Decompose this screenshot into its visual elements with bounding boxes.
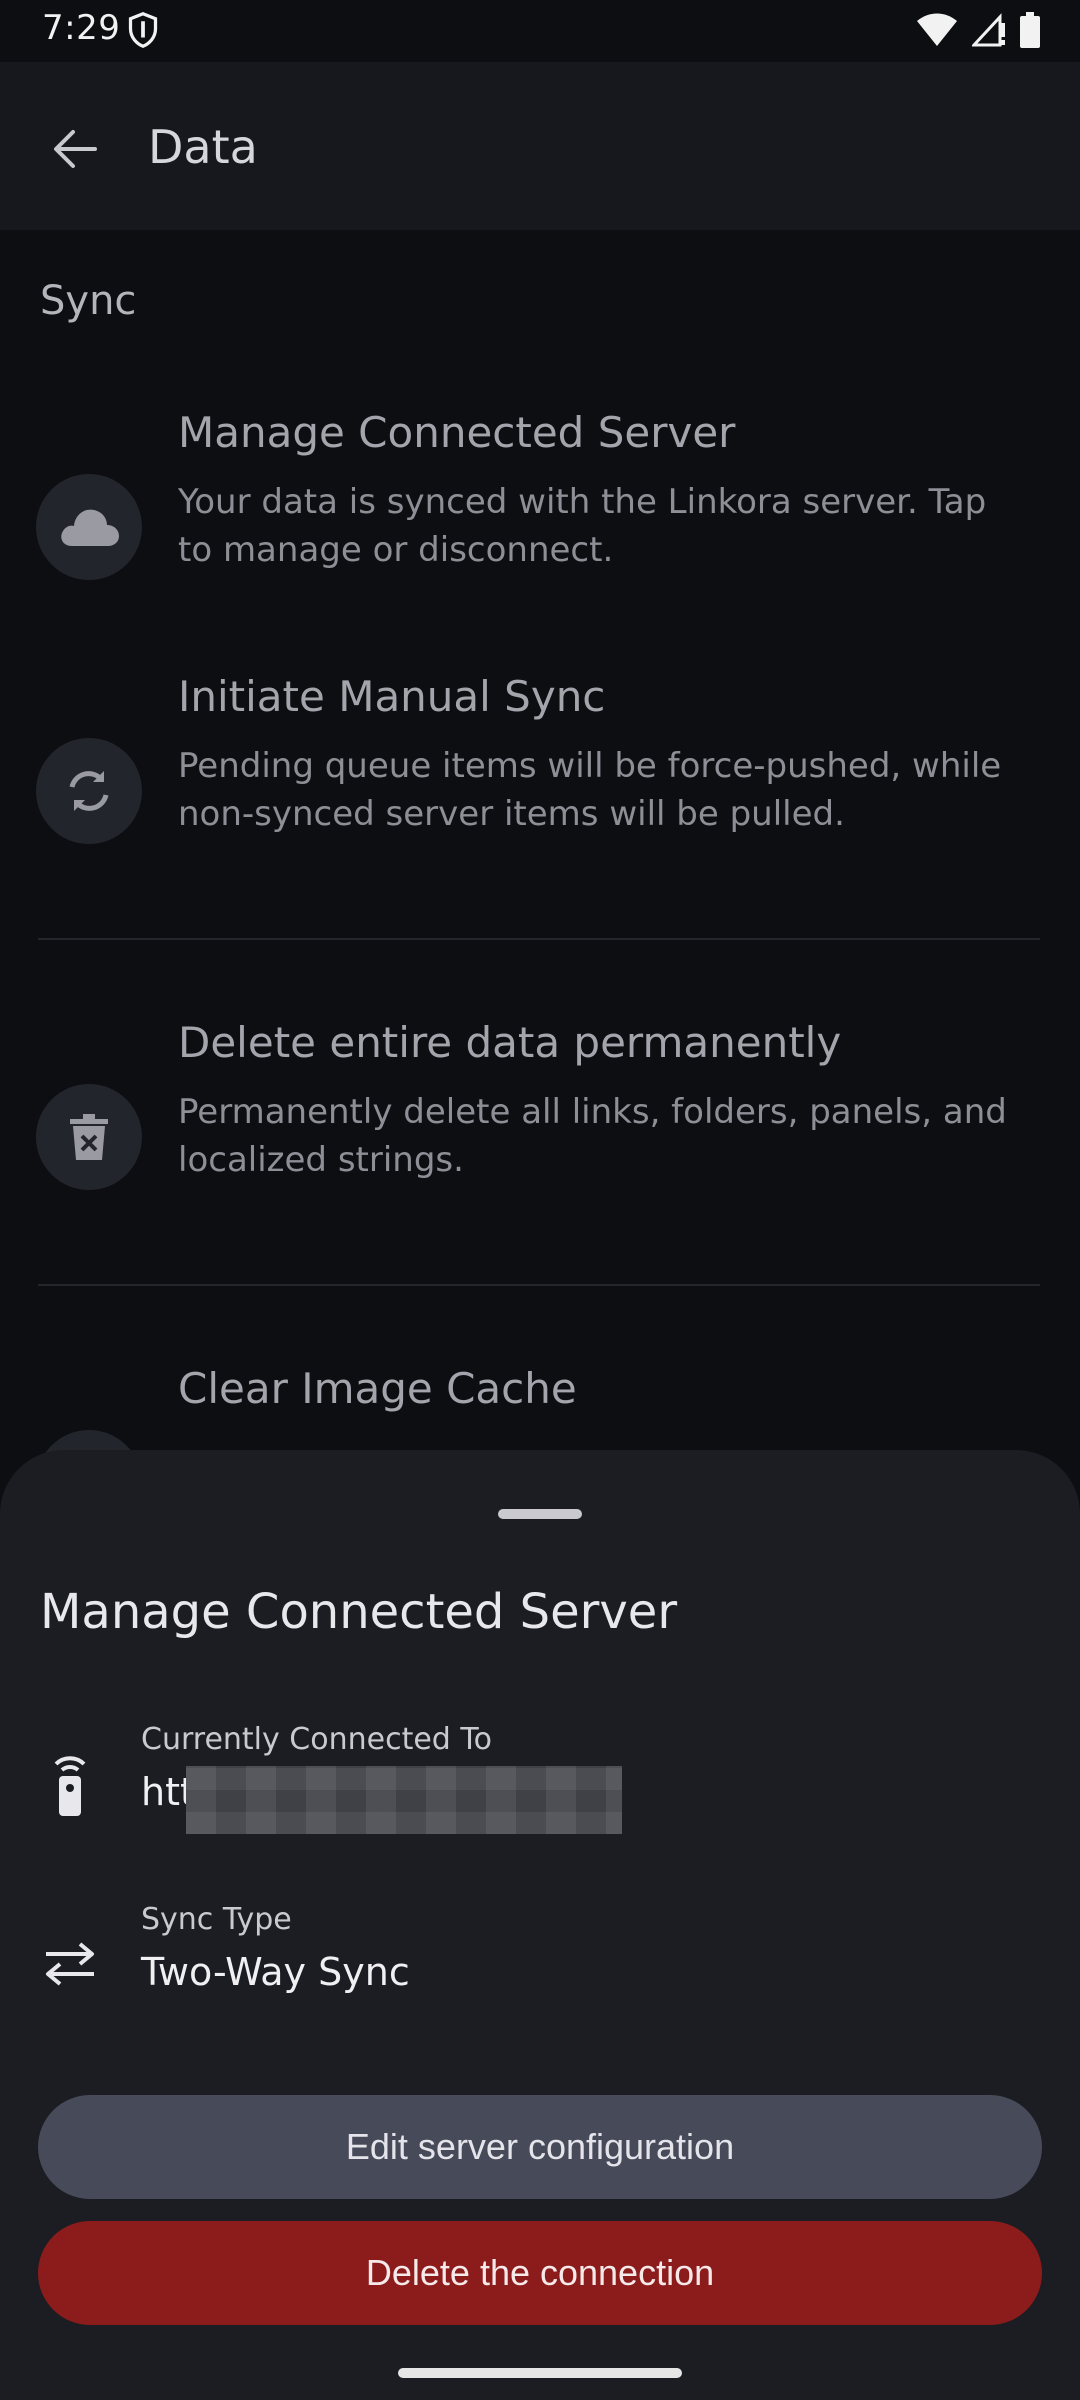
- battery-icon: [1020, 12, 1040, 48]
- top-app-bar: Data: [0, 62, 1080, 230]
- settings-list: Sync Manage Connected Server Your data i…: [0, 230, 1080, 1536]
- delete-connection-button[interactable]: Delete the connection: [38, 2221, 1042, 2325]
- delete-forever-icon: [36, 1084, 142, 1190]
- divider: [38, 938, 1040, 940]
- section-title-sync: Sync: [40, 278, 137, 324]
- setting-manage-connected-server[interactable]: Manage Connected Server Your data is syn…: [0, 408, 1080, 648]
- page-title: Data: [148, 120, 258, 174]
- router-icon: [38, 1752, 102, 1816]
- redacted-url: [186, 1766, 622, 1834]
- status-icons: [916, 12, 1040, 48]
- gesture-nav-bar[interactable]: [398, 2368, 682, 2378]
- setting-description: Pending queue items will be force-pushed…: [178, 746, 1002, 834]
- back-button[interactable]: [36, 114, 112, 184]
- cloud-icon: [36, 474, 142, 580]
- setting-description: Your data is synced with the Linkora ser…: [178, 482, 987, 570]
- sync-icon: [36, 738, 142, 844]
- connected-label: Currently Connected To: [141, 1722, 492, 1757]
- setting-title: Delete entire data permanently: [178, 1018, 842, 1067]
- sync-type-label: Sync Type: [141, 1902, 292, 1937]
- setting-delete-entire-data[interactable]: Delete entire data permanently Permanent…: [0, 1018, 1080, 1258]
- swap-horiz-icon: [38, 1932, 102, 1996]
- setting-title: Clear Image Cache: [178, 1364, 577, 1413]
- divider: [38, 1284, 1040, 1286]
- signal-icon: [972, 13, 1005, 47]
- setting-initiate-manual-sync[interactable]: Initiate Manual Sync Pending queue items…: [0, 672, 1080, 912]
- status-time: 7:29: [42, 8, 121, 48]
- drag-handle[interactable]: [498, 1509, 582, 1519]
- shield-icon: [128, 12, 158, 48]
- sync-type-value: Two-Way Sync: [141, 1950, 410, 1994]
- setting-description: Permanently delete all links, folders, p…: [178, 1092, 1007, 1180]
- sheet-title: Manage Connected Server: [40, 1584, 678, 1640]
- sync-type-row: Sync Type Two-Way Sync: [0, 1902, 1080, 2022]
- setting-title: Manage Connected Server: [178, 408, 736, 457]
- wifi-icon: [917, 13, 957, 46]
- bottom-sheet: Manage Connected Server Currently Connec…: [0, 1450, 1080, 2400]
- arrow-left-icon: [54, 130, 97, 168]
- setting-title: Initiate Manual Sync: [178, 672, 606, 721]
- connected-server-row: Currently Connected To htt: [0, 1722, 1080, 1842]
- status-bar: 7:29: [0, 0, 1080, 62]
- setting-clear-image-cache[interactable]: Clear Image Cache: [0, 1364, 1080, 1536]
- edit-server-configuration-button[interactable]: Edit server configuration: [38, 2095, 1042, 2199]
